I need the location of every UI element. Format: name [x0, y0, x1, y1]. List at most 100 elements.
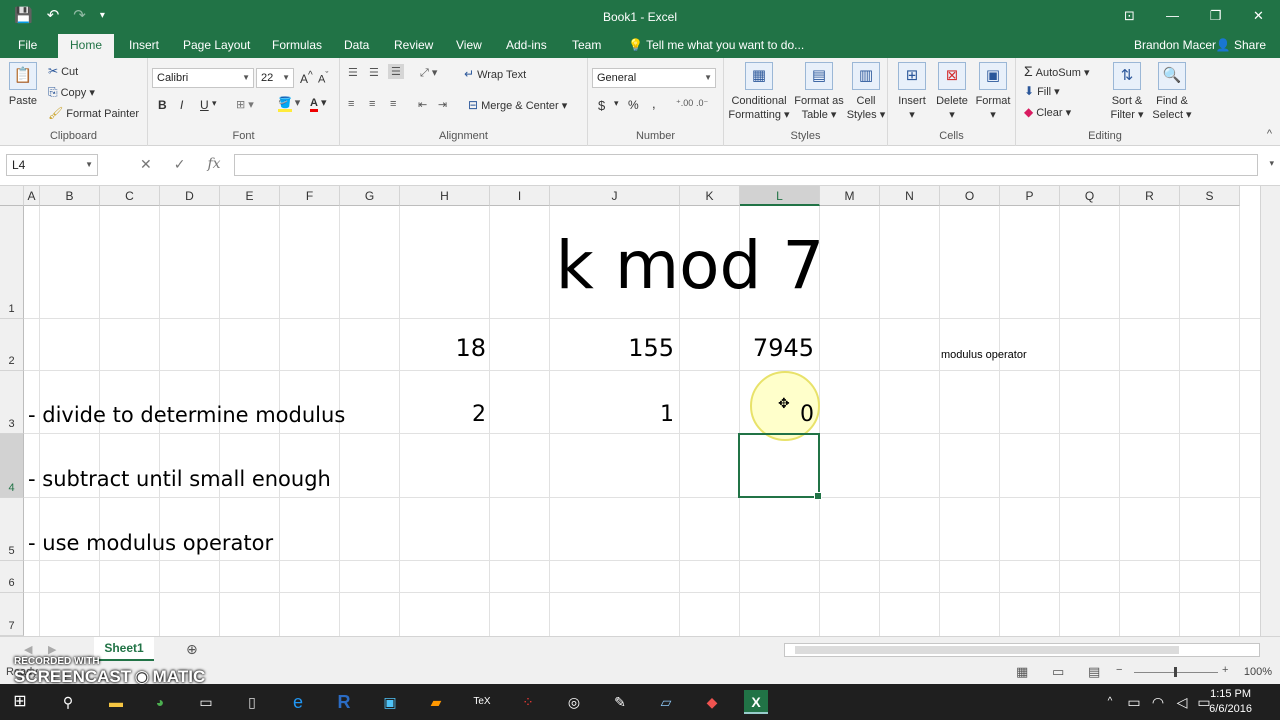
comma-button[interactable]: ,: [652, 96, 656, 111]
row-header-3[interactable]: 3: [0, 371, 24, 434]
align-left-icon[interactable]: ≡: [348, 98, 354, 110]
close-icon[interactable]: ✕: [1237, 0, 1280, 32]
column-header[interactable]: S: [1180, 186, 1240, 206]
column-header[interactable]: M: [820, 186, 880, 206]
cell-j2[interactable]: 155: [550, 334, 674, 362]
column-header[interactable]: P: [1000, 186, 1060, 206]
next-sheet-icon[interactable]: ▶: [48, 643, 56, 656]
tell-me-box[interactable]: 💡 Tell me what you want to do...: [620, 34, 812, 58]
tab-file[interactable]: File: [10, 34, 45, 58]
font-name-combo[interactable]: Calibri ▼: [152, 68, 254, 88]
cell-l3[interactable]: 0: [740, 402, 814, 427]
currency-button[interactable]: $: [598, 98, 605, 113]
align-right-icon[interactable]: ≡: [390, 98, 396, 110]
media-icon[interactable]: ◎: [562, 690, 586, 714]
zoom-slider[interactable]: [1134, 667, 1218, 677]
column-header[interactable]: I: [490, 186, 550, 206]
cell-b4[interactable]: - subtract until small enough: [28, 467, 331, 491]
cancel-icon[interactable]: ✕: [140, 156, 152, 173]
tab-page-layout[interactable]: Page Layout: [175, 34, 258, 58]
orientation-icon[interactable]: ⤢ ▾: [420, 66, 437, 80]
cell-j3[interactable]: 1: [550, 402, 674, 427]
column-header[interactable]: E: [220, 186, 280, 206]
row-header-1[interactable]: 1: [0, 206, 24, 319]
cell-styles-button[interactable]: ▥ Cell Styles ▾: [846, 62, 886, 122]
row-header-5[interactable]: 5: [0, 498, 24, 561]
column-header[interactable]: J: [550, 186, 680, 206]
tab-add-ins[interactable]: Add-ins: [498, 34, 555, 58]
format-painter-button[interactable]: 🖌 Format Painter: [48, 106, 139, 120]
ribbon-display-options-icon[interactable]: ⊡: [1108, 0, 1151, 32]
terminal-icon[interactable]: ▭: [194, 690, 218, 714]
row-header-7[interactable]: 7: [0, 593, 24, 636]
decrease-decimal-icon[interactable]: .0⁻: [696, 98, 708, 109]
cell-b5[interactable]: - use modulus operator: [28, 531, 273, 555]
tex-icon[interactable]: TeX: [470, 690, 494, 714]
volume-icon[interactable]: ◁: [1170, 690, 1194, 714]
column-header[interactable]: C: [100, 186, 160, 206]
middle-align-icon[interactable]: ☰: [369, 66, 379, 79]
cell-title-k-mod-7[interactable]: k mod 7: [400, 226, 980, 306]
select-all-corner[interactable]: [0, 186, 24, 206]
apps-grid-icon[interactable]: ⁘: [516, 690, 540, 714]
chevron-down-icon[interactable]: ▾: [212, 98, 217, 109]
column-header[interactable]: F: [280, 186, 340, 206]
font-color-icon[interactable]: A ▾: [310, 96, 327, 112]
align-center-icon[interactable]: ≡: [369, 98, 375, 110]
shrink-font-icon[interactable]: Aˇ: [318, 70, 328, 86]
tab-insert[interactable]: Insert: [121, 34, 167, 58]
cell-l2[interactable]: 7945: [740, 334, 814, 362]
formula-input[interactable]: [234, 154, 1258, 176]
column-header[interactable]: A: [24, 186, 40, 206]
insert-function-icon[interactable]: fx: [207, 156, 220, 173]
find-select-button[interactable]: 🔍 Find & Select ▾: [1152, 62, 1192, 122]
cell-b3[interactable]: - divide to determine modulus: [28, 403, 345, 427]
excel-taskbar-icon[interactable]: X: [744, 690, 768, 714]
edge-icon[interactable]: e: [286, 690, 310, 714]
format-cells-button[interactable]: ▣ Format ▾: [974, 62, 1012, 122]
name-box[interactable]: L4 ▼: [6, 154, 98, 176]
chevron-down-icon[interactable]: ▾: [614, 98, 619, 109]
tab-view[interactable]: View: [448, 34, 490, 58]
tray-chevron-icon[interactable]: ^: [1098, 690, 1122, 714]
taskbar-clock[interactable]: 1:15 PM 6/6/2016: [1209, 687, 1252, 717]
page-layout-view-icon[interactable]: ▭: [1052, 664, 1064, 680]
top-align-icon[interactable]: ☰: [348, 66, 358, 79]
borders-icon[interactable]: ⊞ ▾: [236, 98, 254, 111]
bottom-align-icon[interactable]: ☰: [388, 64, 404, 79]
autosum-button[interactable]: Σ AutoSum ▾: [1024, 63, 1089, 79]
column-header[interactable]: L: [740, 186, 820, 206]
cell-o2[interactable]: modulus operator: [941, 349, 1027, 361]
row-header-2[interactable]: 2: [0, 319, 24, 371]
bold-button[interactable]: B: [158, 98, 167, 112]
r-icon[interactable]: R: [332, 690, 356, 714]
column-header[interactable]: B: [40, 186, 100, 206]
font-size-combo[interactable]: 22 ▼: [256, 68, 294, 88]
enter-icon[interactable]: ✓: [174, 156, 186, 173]
format-as-table-button[interactable]: ▤ Format as Table ▾: [792, 62, 846, 122]
underline-button[interactable]: U: [200, 98, 209, 112]
paint-icon[interactable]: ✎: [608, 690, 632, 714]
vertical-scrollbar[interactable]: [1260, 186, 1280, 636]
column-header[interactable]: R: [1120, 186, 1180, 206]
zoom-out-icon[interactable]: −: [1116, 664, 1122, 676]
file-explorer-icon[interactable]: ▬: [104, 690, 128, 714]
merge-center-button[interactable]: ⊟ Merge & Center ▾: [468, 98, 567, 112]
column-header[interactable]: O: [940, 186, 1000, 206]
wifi-icon[interactable]: ◠: [1146, 690, 1170, 714]
sort-filter-button[interactable]: ⇅ Sort & Filter ▾: [1108, 62, 1146, 122]
column-header[interactable]: Q: [1060, 186, 1120, 206]
column-header[interactable]: N: [880, 186, 940, 206]
column-header[interactable]: K: [680, 186, 740, 206]
fill-button[interactable]: ⬇ Fill ▾: [1024, 84, 1060, 98]
selected-cell-l4[interactable]: [738, 433, 822, 500]
tab-home[interactable]: Home: [58, 34, 114, 58]
prev-sheet-icon[interactable]: ◀: [24, 643, 32, 656]
number-format-combo[interactable]: General ▼: [592, 68, 716, 88]
tab-data[interactable]: Data: [336, 34, 377, 58]
tab-review[interactable]: Review: [386, 34, 441, 58]
decrease-indent-icon[interactable]: ⇤: [418, 98, 427, 111]
row-header-6[interactable]: 6: [0, 561, 24, 593]
presentation-icon[interactable]: ▰: [424, 690, 448, 714]
cut-button[interactable]: ✂ Cut: [48, 64, 78, 78]
